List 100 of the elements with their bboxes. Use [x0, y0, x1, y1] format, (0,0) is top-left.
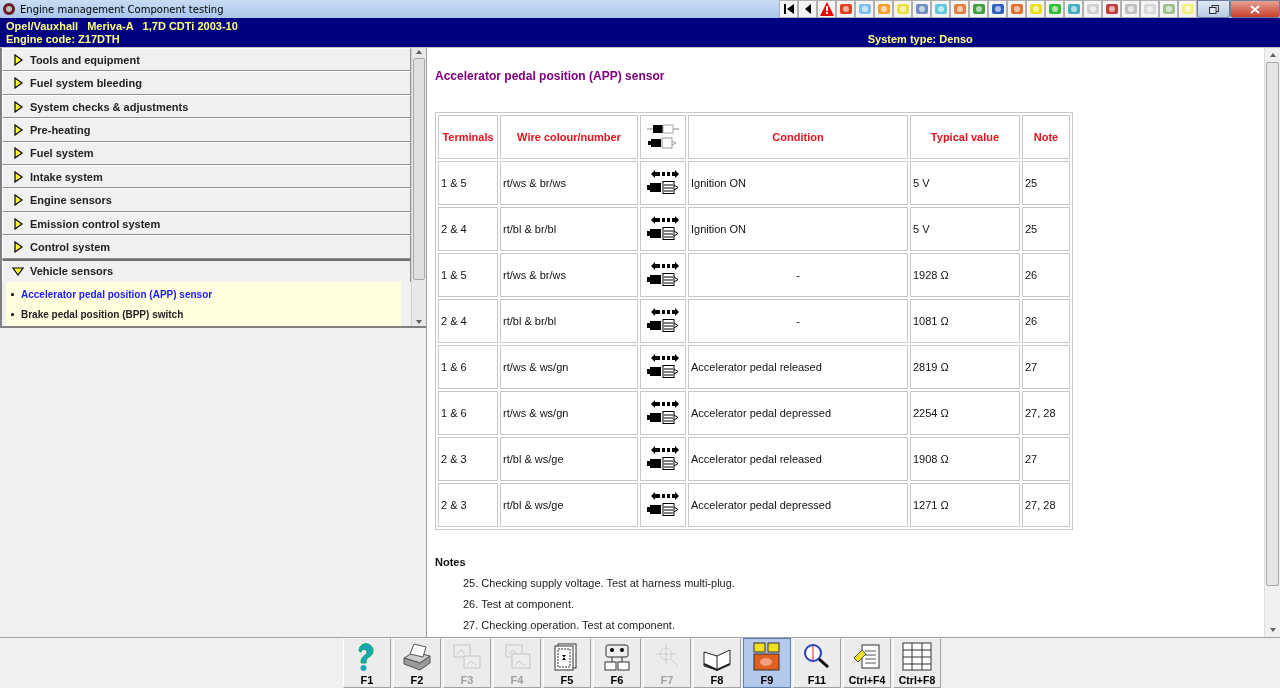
toolbar-tool-icon: [1179, 1, 1196, 17]
function-key[interactable]: F8: [693, 638, 741, 688]
table-cell: 25: [1022, 161, 1070, 205]
toolbar-tool-icon: [1160, 1, 1177, 17]
notepad-icon: [852, 642, 882, 672]
scrollbar[interactable]: [1264, 48, 1280, 637]
function-key[interactable]: Ctrl+F8: [893, 638, 941, 688]
connector-icon: [647, 353, 679, 379]
menu-section[interactable]: Control system: [2, 235, 411, 259]
menu-section[interactable]: Intake system: [2, 165, 411, 189]
table-cell: 1 & 6: [438, 345, 498, 389]
engine-code: Engine code: Z17DTH: [6, 33, 120, 46]
menu-link[interactable]: Brake pedal position (BPP) switch: [6, 304, 401, 325]
table-cell: 26: [1022, 299, 1070, 343]
menu-section[interactable]: Pre-heating: [2, 118, 411, 142]
connector-icon: [647, 445, 679, 471]
collapsed-arrow-icon: [12, 77, 24, 90]
vehicle-info: Meriva-A: [87, 20, 134, 33]
menu-section[interactable]: Emission control system: [2, 211, 411, 236]
function-key[interactable]: Ctrl+F4: [843, 638, 891, 688]
scroll-down-icon: [415, 318, 423, 326]
collapsed-arrow-icon: [12, 217, 24, 230]
pictures-icon: [452, 642, 482, 672]
table-cell: 27: [1022, 437, 1070, 481]
column-header: Condition: [688, 115, 908, 159]
table-cell: 1 & 5: [438, 253, 498, 297]
table-cell: rt/bl & br/bl: [500, 299, 638, 343]
table-cell: Accelerator pedal released: [688, 345, 908, 389]
scroll-up-icon: [1268, 51, 1277, 59]
toolbar-button[interactable]: [1007, 0, 1026, 18]
table-cell: Accelerator pedal depressed: [688, 391, 908, 435]
function-key[interactable]: F1: [343, 638, 391, 688]
scrollbar[interactable]: [411, 48, 426, 326]
restore-icon: [1208, 4, 1219, 14]
connector-icon: [647, 123, 679, 149]
close-icon: [1250, 4, 1260, 14]
toolbar-tool-icon: [951, 1, 968, 17]
toolbar-tool-icon: [1122, 1, 1139, 17]
function-key[interactable]: F11: [793, 638, 841, 688]
table-cell: 1928 Ω: [910, 253, 1020, 297]
function-key[interactable]: F9: [743, 638, 791, 688]
first-page-button[interactable]: [779, 0, 798, 18]
toolbar-tool-icon: [913, 1, 930, 17]
table-cell: rt/bl & ws/ge: [500, 483, 638, 527]
scroll-down-icon: [1268, 626, 1277, 634]
menu-section[interactable]: Tools and equipment: [2, 48, 411, 72]
connector-icon: [647, 399, 679, 425]
table-cell: 1081 Ω: [910, 299, 1020, 343]
collapsed-arrow-icon: [12, 194, 24, 207]
toolbar-tool-icon: [1008, 1, 1025, 17]
menu-section[interactable]: Fuel system: [2, 141, 411, 166]
collapsed-arrow-icon: [12, 123, 24, 136]
system-type: System type: Denso: [867, 33, 973, 46]
collapsed-arrow-icon: [12, 147, 24, 160]
toolbar-button[interactable]: [969, 0, 988, 18]
connector-icon: [647, 261, 679, 287]
collapsed-arrow-icon: [12, 100, 24, 113]
toolbar-button[interactable]: [1064, 0, 1083, 18]
toolbar-button[interactable]: [836, 0, 855, 18]
toolbar-button[interactable]: [912, 0, 931, 18]
close-button[interactable]: [1230, 0, 1280, 18]
menu-link[interactable]: Accelerator pedal position (APP) sensor: [6, 284, 401, 305]
previous-button[interactable]: [798, 0, 817, 18]
connector-icon: [647, 491, 679, 517]
toolbar-button[interactable]: [1102, 0, 1121, 18]
table-cell: 27, 28: [1022, 483, 1070, 527]
connector-icon: [647, 215, 679, 241]
function-key[interactable]: F6: [593, 638, 641, 688]
table-cell: rt/ws & ws/gn: [500, 345, 638, 389]
note-text: 27. Checking operation. Test at component.: [463, 619, 676, 631]
toolbar-tool-icon: [1065, 1, 1082, 17]
table-cell: rt/ws & br/ws: [500, 161, 638, 205]
grid-icon: [902, 642, 932, 672]
restore-button[interactable]: [1197, 0, 1230, 18]
table-cell: rt/bl & ws/ge: [500, 437, 638, 481]
warning-button[interactable]: [817, 0, 836, 18]
toolbar-button[interactable]: [1045, 0, 1064, 18]
table-cell: Accelerator pedal depressed: [688, 483, 908, 527]
collapsed-arrow-icon: [12, 240, 24, 253]
toolbar-button[interactable]: [950, 0, 969, 18]
table-cell: 26: [1022, 253, 1070, 297]
menu-section[interactable]: Vehicle sensors: [2, 258, 411, 283]
collapsed-arrow-icon: [12, 53, 24, 66]
expanded-arrow-icon: [12, 265, 24, 278]
toolbar-button[interactable]: [988, 0, 1007, 18]
toolbar-tool-icon: [1027, 1, 1044, 17]
note-text: 26. Test at component.: [463, 598, 576, 610]
toolbar-tool-icon: [837, 1, 854, 17]
menu-section[interactable]: Fuel system bleeding: [2, 71, 411, 95]
notes-heading: Notes: [435, 556, 467, 568]
window-title: Engine management Component testing: [20, 3, 224, 15]
function-key[interactable]: F5: [543, 638, 591, 688]
table-cell: 1271 Ω: [910, 483, 1020, 527]
toolbar-tool-icon: [1046, 1, 1063, 17]
menu-section[interactable]: System checks & adjustments: [2, 94, 411, 119]
function-key[interactable]: F2: [393, 638, 441, 688]
column-header: Note: [1022, 115, 1070, 159]
menu-section[interactable]: Engine sensors: [2, 188, 411, 212]
page-title: Accelerator pedal position (APP) sensor: [435, 68, 666, 84]
connector-icon: [647, 307, 679, 333]
